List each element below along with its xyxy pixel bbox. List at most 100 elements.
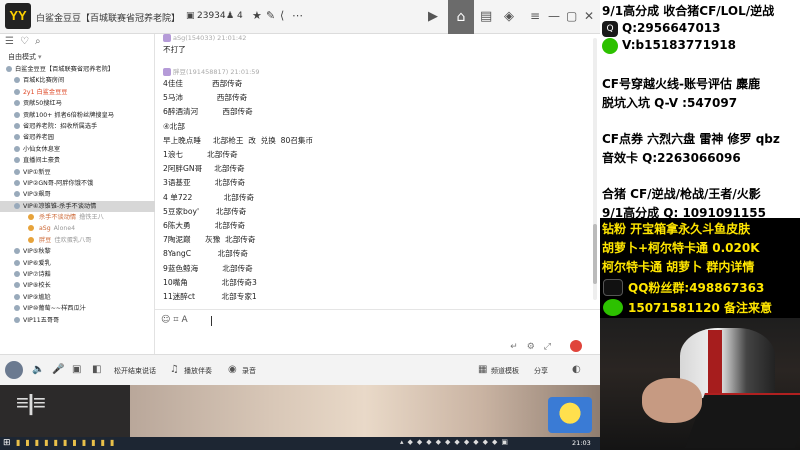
emoji-icon[interactable]: ☺ [161,315,173,325]
expand-icon[interactable]: ⤢ [544,342,560,352]
channel-item[interactable]: VIP⑩葡萄~~样西瓜汁 [0,303,155,314]
channel-item[interactable]: 直播间土豪贵 [0,155,155,166]
gamepad-icon[interactable]: ◈ [504,9,514,24]
enter-icon[interactable]: ↵ [510,342,527,352]
mode-icon[interactable]: ◧ [92,364,101,375]
chat-scroll-thumb[interactable] [593,224,597,284]
promo-line: 音效卡 Q:2263066096 [602,151,741,165]
channel-item[interactable]: 2y1 白鲨金豆豆 [0,87,155,98]
user-list-icon[interactable]: ☰ [5,36,20,47]
chat-input-area: ☺⌗A ↵⚙⤢ [155,309,600,354]
message-line: 10嘴角 北部传奇3 [163,277,257,287]
channel-id: 23934 [197,11,226,21]
video-icon[interactable]: ▶ [428,9,438,24]
yy-window: YY 白鲨金豆豆【百城联赛省冠养老院】 ▣ 23934 ♟ 4 ★ ✎ ⟨ ⋯ … [0,0,600,385]
home-button[interactable]: ⌂ [448,0,474,34]
record-icon[interactable]: ◉ [228,364,237,375]
taskbar-apps[interactable]: ▮▮▮▮▮▮▮▮▮▮▮ [16,438,119,447]
channel-label: VIP④凉锥锥-杀手不谈动情 [23,202,97,210]
jacket-stripe [708,330,722,400]
music-label[interactable]: 播放伴奏 [184,366,212,376]
chat-input[interactable] [211,316,212,326]
channel-label: 杀手不谈动情 [39,214,77,222]
system-tray[interactable]: ▴◆◆◆◆◆◆◆◆◆◆▣ [400,438,512,446]
channel-item[interactable]: VIP⑦诗豁 [0,269,155,280]
channel-item[interactable]: VIP⑥爱乳 [0,258,155,269]
start-icon[interactable]: ⊞ [3,439,12,448]
news-icon[interactable]: ▤ [480,9,492,24]
share-icon[interactable]: ⟨ [280,9,284,23]
record-label[interactable]: 录音 [242,366,256,376]
promo-yellow-line: QQ粉丝群:498867363 [628,281,765,295]
channel-item[interactable]: 百城K比赛房间 [0,75,155,86]
channel-icon [14,191,20,198]
search-icon[interactable]: ⌕ [35,36,47,47]
channel-item[interactable]: VIP④凉锥锥-杀手不谈动情 [0,200,155,213]
share-label[interactable]: 分享 [534,366,548,376]
channel-item[interactable]: VIP②GN哥-阿胖你饿不饿 [0,178,155,189]
more-icon[interactable]: ⋯ [292,9,303,23]
pin-icon[interactable]: ✎ [266,9,275,23]
mic-icon[interactable]: 🎤 [52,364,64,375]
music-icon[interactable]: ♫ [170,364,179,375]
channel-user[interactable]: 杀手不谈动情 撸铁王八 [0,212,155,223]
channel-item[interactable]: VIP③飙哥 [0,189,155,200]
gift-icon[interactable]: ♡ [20,36,35,47]
message-line: 4佳佳 西部传奇 [163,79,243,88]
mic-mode-label[interactable]: 松开结束说话 [114,366,156,376]
channel-item[interactable]: 贡献50搜红马 [0,98,155,109]
channel-template-label[interactable]: 频道模板 [491,366,519,376]
channel-user[interactable]: aSg Alone4 [0,223,155,234]
channel-icon [14,202,20,209]
menu-icon[interactable]: ≡ [530,9,540,23]
record-button[interactable] [570,340,582,352]
camera-icon[interactable]: ▣ [72,364,81,375]
channel-item[interactable]: VIP⑧校长 [0,280,155,291]
channel-label: 省冠养老园 [23,134,54,142]
channel-label: VIP⑤秋黎 [23,248,51,256]
speaker-icon[interactable]: 🔈 [32,364,44,375]
maximize-icon[interactable]: ▢ [566,9,577,23]
channel-label: VIP⑧校长 [23,282,51,290]
promo-yellow-line: 柯尔特卡通 胡萝卜 群内详情 [602,260,755,274]
sender-label: 胖豆(191458817) 21:01:59 [173,68,260,76]
notification-icon[interactable]: ◐ [572,364,581,375]
channel-list: 白鲨金豆豆【百城联赛省冠养老院】 百城K比赛房间 2y1 白鲨金豆豆 贡献50搜红马贡… [0,64,155,326]
promo-line: V:b15183771918 [622,38,736,52]
template-icon[interactable]: ▦ [478,364,487,375]
channel-label: 贡献100+ 抓者6倍粉丝牌搜皇马 [23,111,114,119]
font-icon[interactable]: A [181,315,190,325]
message-line: 11迷醉ct 北部专家1 [163,292,257,301]
message-line: 7陶泥巅 灰豫 北部传奇 [163,235,256,245]
message-line: 早上晚点睡 北部枪王 改 兑换 80召集币 [163,135,314,145]
qq-group-icon [603,279,623,296]
channel-item[interactable]: VIP⑤秋黎 [0,246,155,257]
mode-selector[interactable]: 自由模式 ▾ [8,52,42,62]
channel-icon [14,316,20,323]
message-line: 3语基亚 北部传奇 [163,178,246,188]
favorite-icon[interactable]: ★ [252,9,262,23]
channel-item[interactable]: VIP11五哥哥 [0,315,155,326]
settings-icon[interactable]: ⚙ [527,342,544,352]
chevron-down-icon: ▾ [38,53,42,61]
channel-item[interactable]: 白鲨金豆豆【百城联赛省冠养老院】 [0,64,155,75]
channel-item[interactable]: 小仙女休息室 [0,144,155,155]
minimize-icon[interactable]: — [548,9,560,23]
channel-label: 小仙女休息室 [23,145,61,153]
channel-item[interactable]: 贡献100+ 抓者6倍粉丝牌搜皇马 [0,110,155,121]
channel-item[interactable]: VIP⑨尴尬 [0,292,155,303]
channel-icon [14,157,20,164]
channel-icon [14,305,20,312]
channel-item[interactable]: VIP①新豆 [0,167,155,178]
message-line: 4 单722 北部传奇 [163,192,255,202]
avatar[interactable] [5,361,23,379]
message-line: 8YangC 北部传奇 [163,249,248,259]
channel-item[interactable]: 省冠养老院：招收所属选手 [0,121,155,132]
promo-yellow-line: 钻粉 开宝箱拿永久斗鱼皮肤 [602,222,751,236]
channel-user[interactable]: 胖豆 佳欢蛋乳八哥 [0,235,155,246]
channel-item[interactable]: 省冠养老园 [0,132,155,143]
message-line: 6陈大勇 北部传奇 [163,221,246,230]
close-icon[interactable]: ✕ [584,9,594,23]
channel-icon [14,271,20,278]
promo-line: CF号穿越火线-账号评估 麋鹿 [602,77,761,91]
